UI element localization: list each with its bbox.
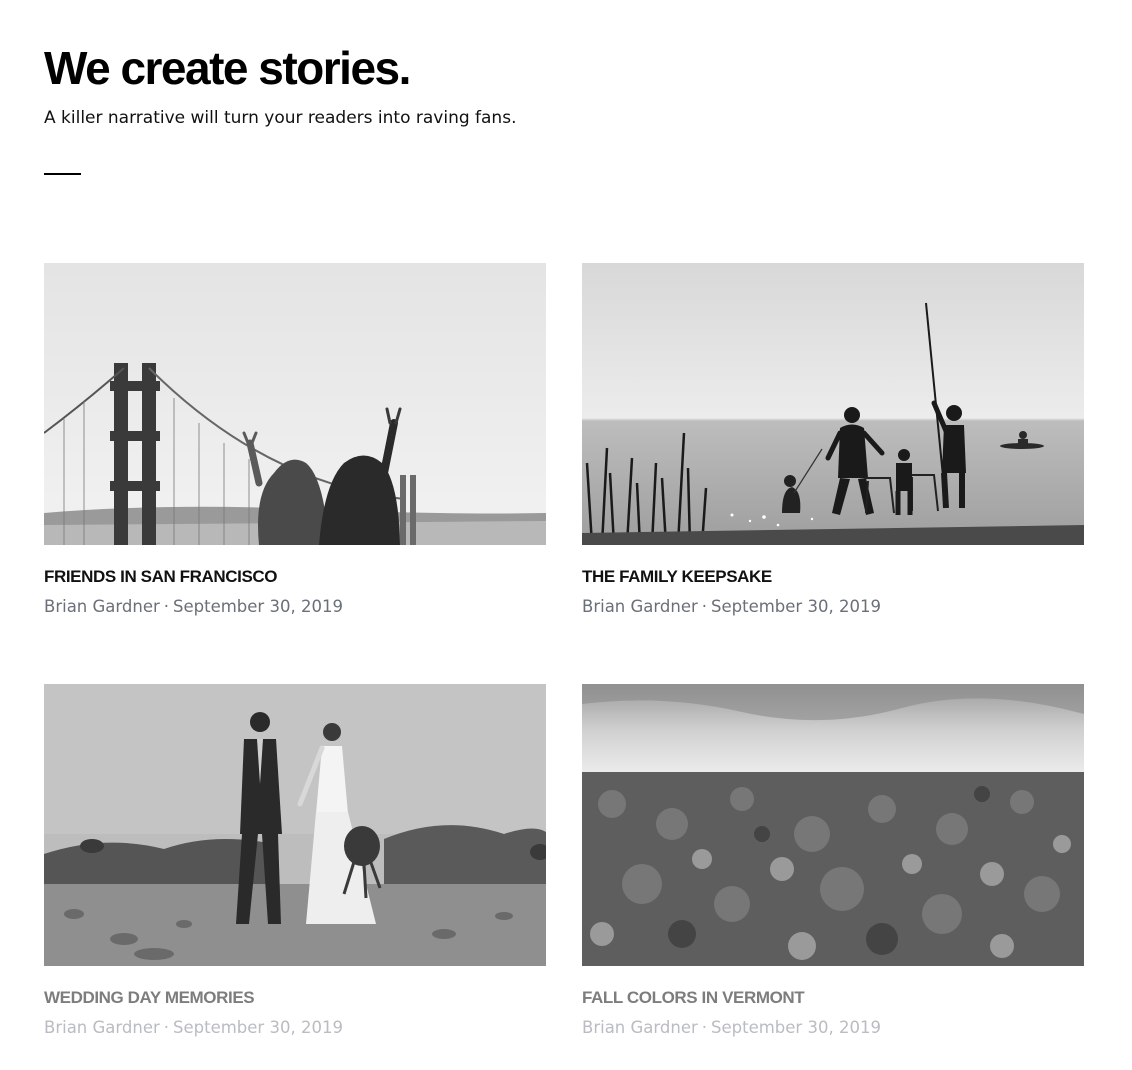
post-author[interactable]: Brian Gardner xyxy=(582,1018,698,1037)
post-date[interactable]: September 30, 2019 xyxy=(173,597,343,616)
page-title: We create stories. xyxy=(44,42,411,94)
wedding-couple-shore-photo xyxy=(44,684,546,966)
divider xyxy=(44,173,81,175)
post-author[interactable]: Brian Gardner xyxy=(582,597,698,616)
meta-separator: · xyxy=(701,1018,708,1037)
meta-separator: · xyxy=(163,1018,170,1037)
vermont-forest-aerial-photo xyxy=(582,684,1084,966)
post-meta: Brian Gardner · September 30, 2019 xyxy=(582,597,881,616)
post-title[interactable]: FALL COLORS IN VERMONT xyxy=(582,988,805,1008)
post-author[interactable]: Brian Gardner xyxy=(44,1018,160,1037)
meta-separator: · xyxy=(701,597,708,616)
post-title[interactable]: FRIENDS IN SAN FRANCISCO xyxy=(44,567,278,587)
post-title[interactable]: THE FAMILY KEEPSAKE xyxy=(582,567,772,587)
meta-separator: · xyxy=(163,597,170,616)
post-meta: Brian Gardner · September 30, 2019 xyxy=(582,1018,881,1037)
post-image-link[interactable] xyxy=(44,263,546,545)
post-date[interactable]: September 30, 2019 xyxy=(173,1018,343,1037)
post-date[interactable]: September 30, 2019 xyxy=(711,597,881,616)
post-meta: Brian Gardner · September 30, 2019 xyxy=(44,1018,343,1037)
post-image-link[interactable] xyxy=(44,684,546,966)
page-tagline: A killer narrative will turn your reader… xyxy=(44,108,517,128)
golden-gate-bridge-friends-photo xyxy=(44,263,546,545)
post-meta: Brian Gardner · September 30, 2019 xyxy=(44,597,343,616)
post-image-link[interactable] xyxy=(582,263,1084,545)
post-date[interactable]: September 30, 2019 xyxy=(711,1018,881,1037)
post-image-link[interactable] xyxy=(582,684,1084,966)
post-title[interactable]: WEDDING DAY MEMORIES xyxy=(44,988,255,1008)
post-author[interactable]: Brian Gardner xyxy=(44,597,160,616)
family-silhouette-lake-photo xyxy=(582,263,1084,545)
